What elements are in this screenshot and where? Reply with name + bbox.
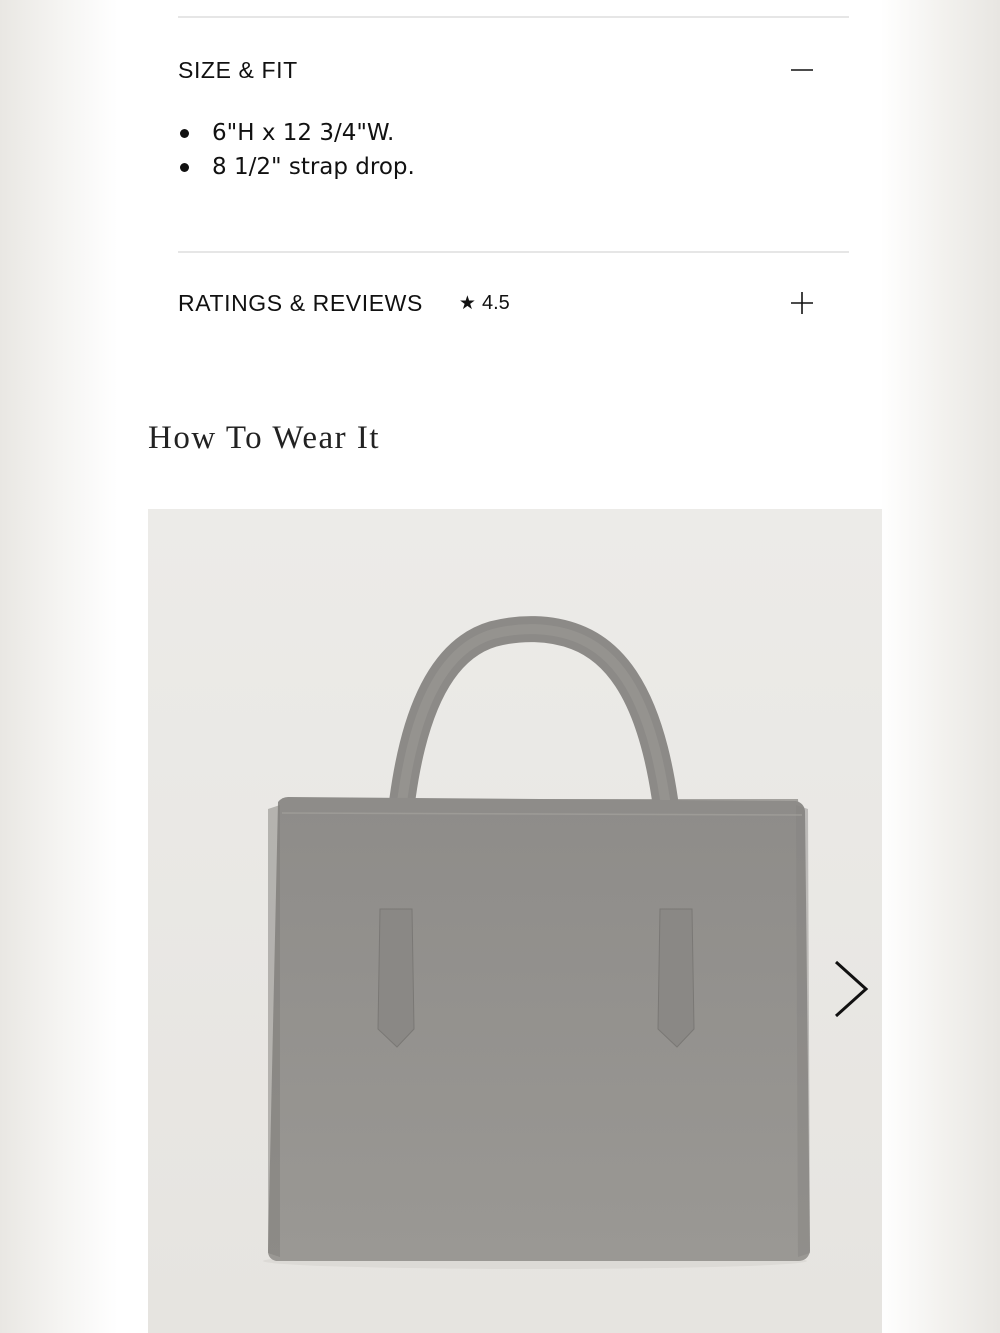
- star-icon: ★: [458, 292, 476, 314]
- size-fit-accordion-header[interactable]: SIZE & FIT: [178, 40, 849, 100]
- size-fit-title: SIZE & FIT: [178, 56, 298, 83]
- product-image: [148, 509, 882, 1333]
- divider: [178, 251, 849, 253]
- plus-icon[interactable]: [791, 292, 813, 314]
- ratings-reviews-title: RATINGS & REVIEWS: [178, 289, 423, 316]
- chevron-right-icon[interactable]: [830, 958, 874, 1020]
- how-to-wear-carousel[interactable]: [148, 509, 882, 1333]
- size-fit-bullet: 6"H x 12 3/4"W.: [178, 116, 415, 150]
- rating-summary: ★ 4.5: [459, 292, 510, 315]
- minus-icon[interactable]: [791, 59, 813, 81]
- how-to-wear-heading: How To Wear It: [148, 420, 381, 456]
- size-fit-details-list: 6"H x 12 3/4"W. 8 1/2" strap drop.: [178, 116, 415, 184]
- divider: [178, 16, 849, 18]
- size-fit-bullet: 8 1/2" strap drop.: [178, 150, 415, 184]
- rating-value: 4.5: [481, 291, 510, 314]
- product-details-page: SIZE & FIT 6"H x 12 3/4"W. 8 1/2" strap …: [118, 0, 882, 1333]
- ratings-reviews-accordion-header[interactable]: RATINGS & REVIEWS ★ 4.5: [178, 273, 849, 333]
